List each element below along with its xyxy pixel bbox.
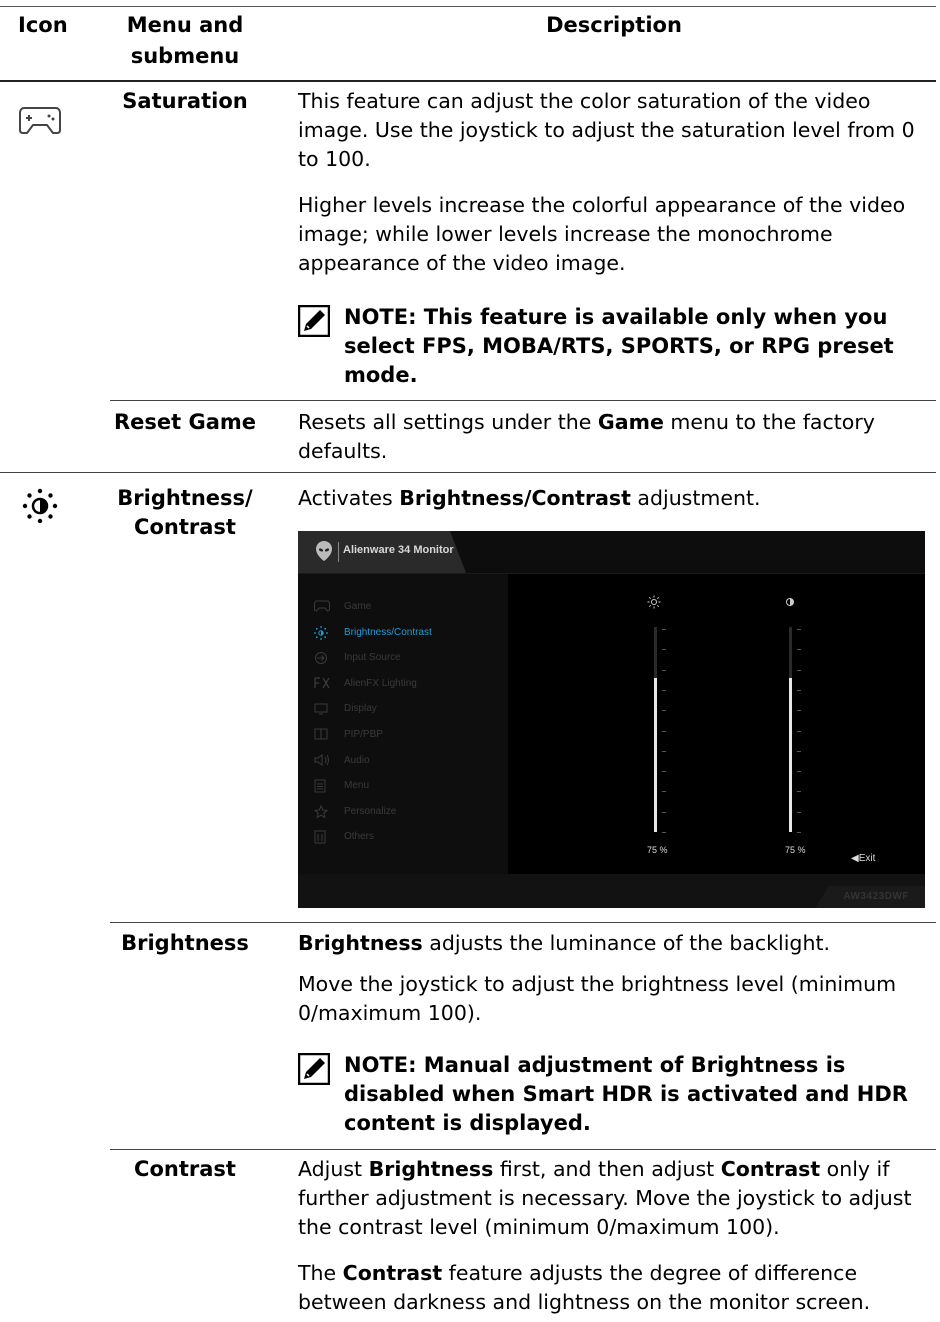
osd-menu-item-label: Brightness/Contrast [344, 626, 432, 638]
osd-model-tab: AW3423DWF [815, 886, 925, 908]
alienfx-icon [314, 677, 330, 691]
osd-screenshot: Alienware 34 Monitor Game Brightness/Cont… [298, 531, 925, 908]
osd-brightness-value: 75 % [647, 845, 668, 855]
osd-menu-item-alienfx-lighting[interactable]: AlienFX Lighting [314, 673, 504, 697]
osd-brightness-tick [662, 710, 666, 712]
osd-contrast-tick [797, 669, 801, 671]
osd-brightness-tick [662, 811, 666, 813]
header-icon: Icon [18, 13, 68, 37]
top-rule [0, 6, 936, 7]
contrast-description: Adjust Brightness first, and then adjust… [298, 1157, 912, 1239]
osd-menu-item-label: AlienFX Lighting [344, 677, 417, 689]
osd-brightness-tick [662, 629, 666, 630]
osd-brightness-tick [662, 832, 666, 833]
row-rule-contrast [110, 1149, 936, 1150]
osd-menu-item-label: Others [344, 831, 375, 843]
osd-menu-item-label: Game [344, 601, 372, 612]
submenu-saturation: Saturation [122, 89, 248, 113]
saturation-levels-text: Higher levels increase the colorful appe… [298, 193, 906, 275]
osd-menu-item-label: Personalize [344, 805, 397, 817]
osd-menu-item-label: PIP/PBP [344, 729, 383, 740]
contrast-feature-text: The Contrast feature adjusts the degree … [298, 1261, 871, 1314]
header-description: Description [546, 13, 682, 37]
game-icon [314, 600, 330, 614]
row-rule-reset [110, 400, 936, 401]
osd-model: AW3423DWF [843, 891, 909, 902]
osd-menu-item-label: Input Source [344, 652, 401, 664]
submenu-reset-game: Reset Game [113, 410, 257, 434]
brightness-contrast-icon [22, 488, 58, 524]
osd-contrast-tick [797, 649, 801, 651]
osd-title-separator [338, 542, 339, 562]
osd-brightness-slider[interactable] [654, 627, 657, 832]
submenu-brightness-contrast: Brightness/ Contrast [117, 486, 253, 539]
game-controller-icon [19, 107, 61, 134]
osd-contrast-slider[interactable] [789, 627, 792, 832]
osd-contrast-tick [797, 730, 801, 732]
brightness-contrast-description: Activates Brightness/Contrast adjustment… [298, 486, 761, 510]
osd-brightness-tick [662, 730, 666, 732]
brightness-note: NOTE: Manual adjustment of Brightness is… [298, 1051, 930, 1138]
header-rule [0, 80, 936, 82]
osd-contrast-tick [797, 629, 801, 630]
osd-brightness-tick [662, 750, 666, 752]
osd-contrast-tick [797, 811, 801, 813]
osd-contrast-fill [789, 678, 792, 832]
osd-menu-item-label: Display [344, 703, 377, 715]
brightness-joystick-text: Move the joystick to adjust the brightne… [298, 972, 897, 1025]
osd-exit-button[interactable]: ◀Exit [851, 853, 875, 864]
osd-contrast-value: 75 % [785, 845, 806, 855]
brightness-description: Brightness adjusts the luminance of the … [298, 931, 830, 955]
row-rule-brightness-contrast [0, 472, 936, 473]
osd-menu-item-personalize[interactable]: Personalize [313, 801, 504, 825]
note-pencil-icon [298, 305, 330, 337]
saturation-description: This feature can adjust the color satura… [298, 89, 915, 171]
osd-menu-item-brightness-contrast[interactable]: Brightness/Contrast [314, 622, 504, 646]
osd-sun-icon [647, 595, 661, 609]
osd-brightness-tick [662, 649, 666, 651]
alien-logo-icon [316, 541, 332, 561]
osd-menu-item-others[interactable]: Others [314, 826, 504, 850]
submenu-brightness: Brightness [121, 931, 249, 955]
osd-menu-item-input-source[interactable]: Input Source [314, 647, 504, 671]
osd-exit-label: Exit [858, 853, 876, 864]
osd-menu-item-menu[interactable]: Menu [314, 775, 504, 799]
osd-menu-item-audio[interactable]: Audio [314, 750, 504, 774]
osd-brightness-tick [662, 771, 666, 773]
others-icon [314, 830, 330, 844]
osd-contrast-tick [797, 710, 801, 712]
osd-brightness-tick [662, 689, 666, 691]
input-source-icon [314, 651, 330, 665]
osd-menu-item-label: Audio [344, 754, 370, 766]
osd-menu-item-game[interactable]: Game [314, 596, 504, 620]
osd-menu-item-display[interactable]: Display [314, 698, 504, 722]
osd-contrast-tick [797, 791, 801, 793]
row-rule-brightness [110, 922, 936, 923]
audio-icon [314, 753, 330, 768]
reset-game-description: Resets all settings under the Game menu … [298, 410, 875, 463]
display-icon [314, 702, 330, 716]
note-pencil-icon [298, 1053, 330, 1085]
menu-icon [314, 779, 330, 793]
osd-menu-item-pip-pbp[interactable]: PIP/PBP [314, 724, 504, 748]
star-icon [313, 804, 330, 819]
osd-exit-arrow-icon: ◀ [851, 853, 859, 864]
osd-title: Alienware 34 Monitor [343, 544, 454, 556]
brightness-icon [314, 625, 330, 640]
osd-menu-item-label: Menu [344, 780, 370, 792]
submenu-contrast: Contrast [134, 1157, 236, 1181]
osd-contrast-tick [797, 750, 801, 752]
header-menu-submenu: Menu and submenu [126, 13, 244, 68]
osd-contrast-tick [797, 689, 801, 691]
saturation-note-text: NOTE: This feature is available only whe… [344, 305, 894, 387]
osd-brightness-tick [662, 791, 666, 793]
brightness-note-text: NOTE: Manual adjustment of Brightness is… [344, 1053, 908, 1135]
osd-contrast-icon [786, 598, 794, 606]
osd-contrast-tick [797, 771, 801, 773]
osd-contrast-tick [797, 832, 801, 833]
saturation-note: NOTE: This feature is available only whe… [298, 303, 930, 390]
osd-brightness-tick [662, 669, 666, 671]
pip-pbp-icon [314, 728, 330, 742]
osd-brightness-fill [654, 678, 657, 832]
